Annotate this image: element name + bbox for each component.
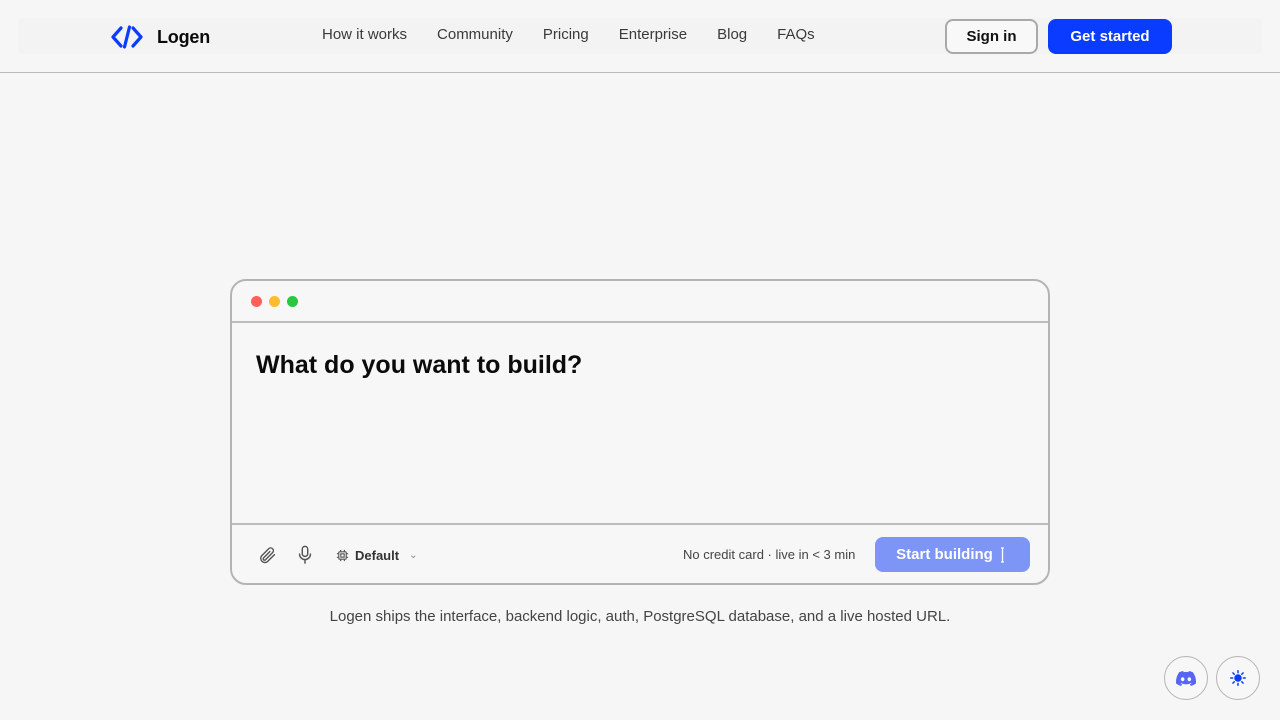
get-started-button[interactable]: Get started: [1048, 19, 1172, 54]
prompt-card: Default ⌄ No credit card · live in < 3 m…: [230, 279, 1050, 585]
tagline: Logen ships the interface, backend logic…: [329, 608, 951, 625]
window-minimize-dot: [269, 296, 280, 307]
window-titlebar: [232, 281, 1048, 323]
start-building-button[interactable]: Start building: [875, 537, 1030, 572]
discord-button[interactable]: [1164, 656, 1208, 700]
chevron-down-icon: ⌄: [409, 549, 418, 561]
discord-icon: [1176, 670, 1196, 686]
brand-name: Logen: [157, 26, 210, 47]
nav-how-it-works[interactable]: How it works: [322, 26, 407, 46]
window-maximize-dot: [287, 296, 298, 307]
theme-toggle-button[interactable]: [1216, 656, 1260, 700]
paperclip-icon[interactable]: [256, 543, 278, 567]
nav-enterprise[interactable]: Enterprise: [619, 26, 687, 46]
nav-pricing[interactable]: Pricing: [543, 26, 589, 46]
microphone-icon[interactable]: [294, 543, 316, 567]
main-nav: How it works Community Pricing Enterpris…: [322, 26, 815, 46]
cursor-icon: [1000, 546, 1004, 563]
prompt-area: [232, 323, 1048, 523]
nav-faqs[interactable]: FAQs: [777, 26, 815, 46]
prompt-input[interactable]: [256, 351, 1016, 501]
prompt-toolbar: Default ⌄ No credit card · live in < 3 m…: [232, 523, 1048, 583]
sign-in-button[interactable]: Sign in: [945, 19, 1038, 54]
nav-community[interactable]: Community: [437, 26, 513, 46]
brand-logo-link[interactable]: Logen: [111, 24, 210, 50]
no-credit-card-note: No credit card · live in < 3 min: [683, 547, 856, 562]
cpu-chip-icon: [336, 549, 349, 561]
start-building-label: Start building: [896, 546, 993, 563]
model-label: Default: [355, 547, 400, 563]
window-close-dot: [251, 296, 262, 307]
sun-icon: [1230, 670, 1246, 686]
nav-blog[interactable]: Blog: [717, 26, 747, 46]
model-select[interactable]: Default ⌄: [336, 545, 417, 565]
code-brackets-icon: [111, 25, 143, 49]
